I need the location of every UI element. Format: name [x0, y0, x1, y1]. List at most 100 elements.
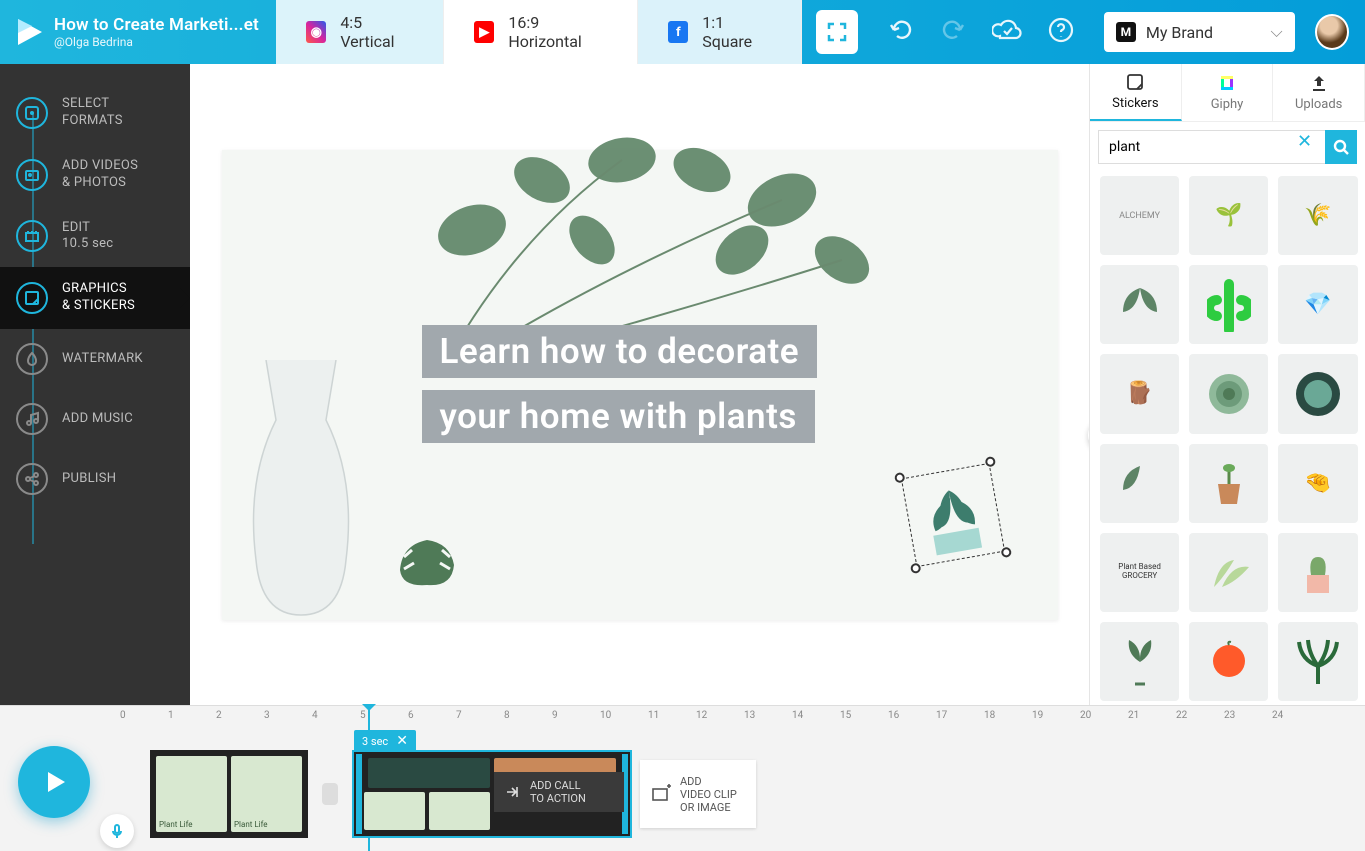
timeline-clip[interactable]: Plant Life Plant Life	[150, 750, 308, 838]
transition-button[interactable]	[316, 750, 344, 838]
format-tab-horizontal[interactable]: ▶ 16:9 Horizontal	[444, 0, 638, 64]
cloud-save-icon[interactable]	[992, 17, 1022, 47]
headline-line1: Learn how to decorate	[422, 325, 818, 378]
sticker-item[interactable]	[1189, 444, 1268, 523]
step-label: 10.5 sec	[62, 236, 113, 253]
sticker-item[interactable]: ALCHEMY	[1100, 176, 1179, 255]
sticker-item[interactable]	[1278, 354, 1357, 433]
ruler-tick: 10	[600, 710, 611, 721]
step-add-music[interactable]: ADD MUSIC	[0, 389, 190, 449]
instagram-icon: ◉	[306, 21, 326, 43]
step-add-media[interactable]: ADD VIDEOS& PHOTOS	[0, 144, 190, 206]
format-label: 16:9 Horizontal	[508, 13, 607, 51]
format-tab-vertical[interactable]: ◉ 4:5 Vertical	[276, 0, 444, 64]
tab-uploads[interactable]: Uploads	[1273, 64, 1365, 121]
time-ruler[interactable]: 0123456789101112131415161718192021222324	[120, 706, 1365, 728]
help-button[interactable]	[1048, 17, 1074, 47]
project-author: @Olga Bedrina	[54, 35, 259, 49]
step-label: ADD MUSIC	[62, 411, 133, 428]
leaf-sticker[interactable]	[392, 535, 462, 590]
tab-label: Stickers	[1112, 96, 1158, 111]
ruler-tick: 13	[744, 710, 755, 721]
clip-duration: 3 sec	[362, 735, 388, 748]
step-label: SELECT	[62, 96, 123, 113]
sticker-item[interactable]	[1278, 622, 1357, 701]
ruler-tick: 7	[456, 710, 462, 721]
timeline-clip-selected[interactable]: 3 sec ✕ ADD CALLTO ACTION	[352, 750, 632, 838]
step-label: & PHOTOS	[62, 175, 138, 192]
clip-thumb	[429, 792, 490, 830]
vase-decoration	[226, 360, 376, 620]
video-canvas[interactable]: Learn how to decorate your home with pla…	[222, 150, 1058, 620]
sticker-item[interactable]: Plant BasedGROCERY	[1100, 533, 1179, 612]
format-tab-square[interactable]: f 1:1 Square	[638, 0, 802, 64]
search-button[interactable]	[1325, 130, 1357, 164]
step-graphics-stickers[interactable]: GRAPHICS& STICKERS	[0, 267, 190, 329]
clear-search-button[interactable]: ✕	[1297, 130, 1325, 164]
sticker-item[interactable]: 🌾	[1278, 176, 1357, 255]
sticker-item[interactable]	[1189, 265, 1268, 344]
tab-stickers[interactable]: Stickers	[1090, 64, 1182, 121]
tab-giphy[interactable]: Giphy	[1182, 64, 1274, 121]
cta-label: TO ACTION	[530, 792, 586, 805]
resize-handle[interactable]	[1000, 546, 1012, 558]
step-label: WATERMARK	[62, 351, 143, 368]
ruler-tick: 22	[1176, 710, 1187, 721]
step-label: FORMATS	[62, 113, 123, 130]
user-avatar[interactable]	[1315, 14, 1349, 50]
cta-icon	[504, 783, 522, 801]
selected-sticker[interactable]	[900, 462, 1004, 566]
sticker-item[interactable]	[1100, 622, 1179, 701]
step-label: ADD VIDEOS	[62, 158, 138, 175]
brand-selector[interactable]: M My Brand ⌵	[1104, 12, 1295, 52]
step-select-formats[interactable]: SELECTFORMATS	[0, 82, 190, 144]
ruler-tick: 11	[648, 710, 659, 721]
watermark-icon	[16, 343, 48, 375]
sticker-item[interactable]	[1189, 533, 1268, 612]
step-edit[interactable]: EDIT10.5 sec	[0, 206, 190, 268]
sticker-item[interactable]: 🌱	[1189, 176, 1268, 255]
fullscreen-button[interactable]	[816, 10, 858, 54]
sticker-item[interactable]	[1100, 444, 1179, 523]
sticker-item[interactable]	[1189, 354, 1268, 433]
graphics-icon	[16, 282, 48, 314]
resize-handle[interactable]	[984, 455, 996, 467]
brand-icon: M	[1116, 22, 1136, 42]
play-button[interactable]	[18, 746, 90, 818]
format-label: 4:5 Vertical	[340, 13, 413, 51]
edit-icon	[16, 220, 48, 252]
project-title[interactable]: How to Create Marketi...et	[54, 15, 259, 35]
search-input[interactable]	[1098, 130, 1297, 164]
step-watermark[interactable]: WATERMARK	[0, 329, 190, 389]
clip-thumb: Plant Life	[231, 756, 302, 832]
redo-button[interactable]	[940, 17, 966, 47]
add-clip-button[interactable]: ADDVIDEO CLIPOR IMAGE	[640, 760, 756, 828]
ruler-tick: 15	[840, 710, 851, 721]
giphy-icon	[1217, 73, 1237, 93]
resize-handle[interactable]	[909, 562, 921, 574]
succulent-sticker-icon	[900, 462, 1004, 566]
add-cta-button[interactable]: ADD CALLTO ACTION	[494, 772, 624, 812]
voiceover-button[interactable]	[100, 814, 134, 848]
sticker-item[interactable]	[1278, 533, 1357, 612]
sticker-item[interactable]	[1100, 265, 1179, 344]
sticker-item[interactable]	[1189, 622, 1268, 701]
workflow-sidebar: SELECTFORMATS ADD VIDEOS& PHOTOS EDIT10.…	[0, 64, 190, 705]
ruler-tick: 1	[168, 710, 174, 721]
ruler-tick: 12	[696, 710, 707, 721]
clip-thumb	[364, 792, 425, 830]
sticker-item[interactable]: 🤏	[1278, 444, 1357, 523]
canvas-text-overlay[interactable]: Learn how to decorate your home with pla…	[422, 325, 818, 455]
clip-trim-left[interactable]	[356, 754, 362, 834]
ruler-tick: 17	[936, 710, 947, 721]
resize-handle[interactable]	[893, 471, 905, 483]
sticker-item[interactable]: 💎	[1278, 265, 1357, 344]
step-label: PUBLISH	[62, 471, 116, 488]
undo-button[interactable]	[888, 17, 914, 47]
ruler-tick: 24	[1272, 710, 1283, 721]
app-logo-icon	[14, 17, 44, 47]
close-icon[interactable]: ✕	[396, 733, 408, 749]
step-publish[interactable]: PUBLISH	[0, 449, 190, 509]
ruler-tick: 4	[312, 710, 318, 721]
sticker-item[interactable]: 🪵	[1100, 354, 1179, 433]
